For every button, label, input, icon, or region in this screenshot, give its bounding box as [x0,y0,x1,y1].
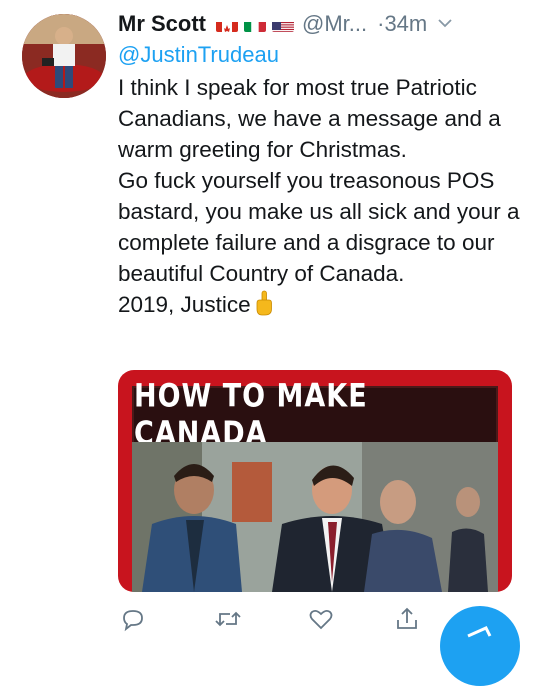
compose-icon [467,626,492,638]
media-card[interactable]: HOW TO MAKE CANADA [118,370,512,592]
italy-flag-icon [244,17,266,32]
reply-icon[interactable] [120,606,148,634]
media-photo [132,442,498,592]
tweet-text: I think I speak for most true Patriotic … [118,72,528,324]
usa-flag-icon [272,17,294,32]
tweet-paragraph: Go fuck yourself you treasonous POS bast… [118,168,520,286]
author-name[interactable]: Mr Scott [118,11,206,37]
avatar[interactable] [22,14,106,98]
share-icon[interactable] [394,606,422,634]
mention-link[interactable]: @JustinTrudeau [118,42,279,68]
chevron-down-icon[interactable] [437,11,453,37]
tweet-paragraph: 2019, Justice [118,289,528,324]
author-handle[interactable]: @Mr... [302,11,367,37]
canada-flag-icon [216,17,238,32]
avatar-image [22,14,106,98]
tweet-paragraph-text: 2019, Justice [118,292,251,317]
compose-tweet-button[interactable] [440,606,520,686]
retweet-icon[interactable] [214,606,242,634]
middle-finger-emoji-icon [255,290,273,324]
like-icon[interactable] [308,606,336,634]
author-flags [216,17,294,32]
tweet-paragraph: I think I speak for most true Patriotic … [118,75,501,162]
timestamp[interactable]: 34m [384,11,427,37]
tweet-header: Mr Scott @Mr... · 34m [118,8,522,40]
media-banner: HOW TO MAKE CANADA [132,378,498,452]
separator: · [377,11,385,36]
